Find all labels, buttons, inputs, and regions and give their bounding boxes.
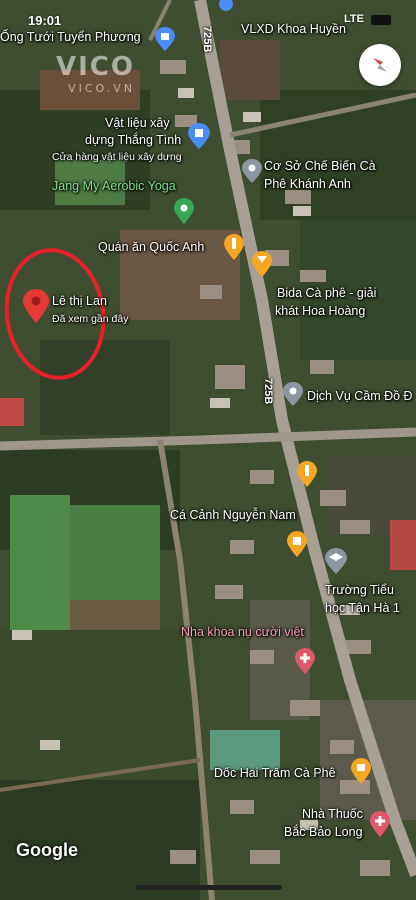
- place-vat-lieu-line2[interactable]: dựng Thắng Tình: [85, 133, 181, 148]
- place-truong-line2[interactable]: học Tân Hà 1: [325, 601, 400, 616]
- place-vat-lieu-line1[interactable]: Vật liệu xây: [105, 116, 170, 131]
- school-icon[interactable]: [325, 548, 347, 579]
- watermark-site: VICO.VN: [68, 82, 135, 95]
- pharmacy-icon[interactable]: [370, 811, 390, 842]
- place-ong-tuoi[interactable]: Ống Tưới Tuyển Phương: [0, 30, 141, 45]
- grey-place-icon[interactable]: [242, 159, 262, 188]
- place-dich-vu[interactable]: Dịch Vụ Cầm Đồ Đ: [307, 389, 413, 404]
- food-pin-icon[interactable]: [297, 461, 317, 492]
- place-co-so-line2[interactable]: Phê Khánh Anh: [264, 177, 351, 192]
- google-attribution: Google: [16, 840, 78, 860]
- place-truong-line1[interactable]: Trường Tiểu: [325, 583, 394, 598]
- place-bida-line2[interactable]: khát Hoa Hoàng: [275, 304, 365, 319]
- road-label-725b-north: 725B: [201, 26, 213, 53]
- place-bida-line1[interactable]: Bida Cà phê - giải: [277, 286, 376, 301]
- place-nha-thuoc-line2[interactable]: Bắc Bảo Long: [284, 825, 363, 840]
- grey-service-icon[interactable]: [283, 382, 303, 411]
- place-ca-canh[interactable]: Cá Cảnh Nguyễn Nam: [170, 508, 296, 523]
- cafe-pin-icon[interactable]: [351, 758, 371, 789]
- glass-icon[interactable]: [252, 251, 272, 282]
- home-indicator[interactable]: [136, 885, 282, 890]
- place-quan-an[interactable]: Quán ăn Quốc Anh: [98, 240, 204, 255]
- place-nha-khoa[interactable]: Nha khoa nụ cười việt: [181, 625, 304, 640]
- place-le-thi-lan-recent: Đã xem gần đây: [52, 313, 129, 325]
- fork-knife-icon[interactable]: [224, 234, 244, 265]
- red-location-pin-icon[interactable]: [23, 289, 49, 328]
- shop-bag-icon[interactable]: [188, 123, 210, 154]
- status-network: LTE: [344, 13, 364, 25]
- battery-icon: [371, 15, 391, 25]
- place-icon[interactable]: [216, 0, 236, 17]
- compass-icon: [373, 58, 387, 72]
- status-time: 19:01: [28, 13, 62, 28]
- watermark-brand: VICO: [56, 52, 135, 82]
- medical-icon[interactable]: [295, 648, 315, 679]
- place-le-thi-lan[interactable]: Lê thị Lan: [52, 294, 107, 309]
- green-pin-icon[interactable]: [174, 198, 194, 229]
- place-co-so-line1[interactable]: Cơ Sở Chế Biến Cà: [264, 159, 376, 174]
- vico-watermark: VICO VICO.VN: [56, 54, 135, 95]
- place-doc-hai-tram[interactable]: Dốc Hai Trăm Cà Phê: [214, 766, 336, 781]
- shop-pin-icon[interactable]: [287, 531, 307, 562]
- place-yoga[interactable]: Jang My Aerobic Yoga: [52, 179, 176, 194]
- bag-icon[interactable]: [155, 27, 175, 56]
- compass-button[interactable]: [359, 44, 401, 86]
- place-nha-thuoc-line1[interactable]: Nhà Thuốc: [302, 807, 363, 822]
- place-vat-lieu-category: Cửa hàng vật liệu xây dựng: [52, 151, 182, 163]
- road-label-725b-south: 725B: [262, 378, 274, 405]
- place-vlxd[interactable]: VLXD Khoa Huyền: [241, 22, 346, 37]
